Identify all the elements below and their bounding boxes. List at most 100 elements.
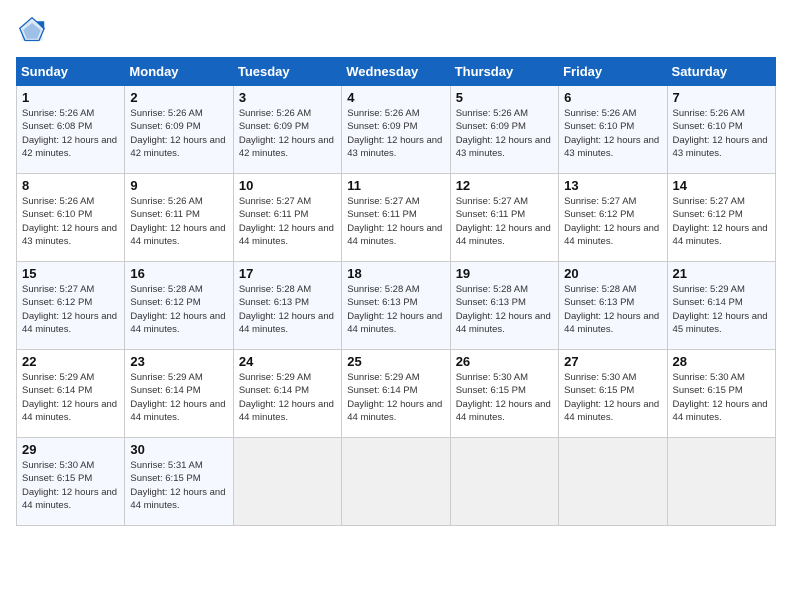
day-cell: 1 Sunrise: 5:26 AM Sunset: 6:08 PM Dayli…: [17, 86, 125, 174]
day-info: Sunrise: 5:27 AM Sunset: 6:12 PM Dayligh…: [564, 195, 661, 248]
day-info: Sunrise: 5:30 AM Sunset: 6:15 PM Dayligh…: [456, 371, 553, 424]
day-info: Sunrise: 5:29 AM Sunset: 6:14 PM Dayligh…: [673, 283, 770, 336]
day-number: 12: [456, 178, 553, 193]
day-info: Sunrise: 5:29 AM Sunset: 6:14 PM Dayligh…: [347, 371, 444, 424]
day-number: 20: [564, 266, 661, 281]
header-cell-tuesday: Tuesday: [233, 58, 341, 86]
day-cell: 3 Sunrise: 5:26 AM Sunset: 6:09 PM Dayli…: [233, 86, 341, 174]
day-number: 10: [239, 178, 336, 193]
day-info: Sunrise: 5:27 AM Sunset: 6:11 PM Dayligh…: [456, 195, 553, 248]
day-number: 18: [347, 266, 444, 281]
day-info: Sunrise: 5:31 AM Sunset: 6:15 PM Dayligh…: [130, 459, 227, 512]
day-number: 6: [564, 90, 661, 105]
day-info: Sunrise: 5:27 AM Sunset: 6:12 PM Dayligh…: [22, 283, 119, 336]
day-number: 1: [22, 90, 119, 105]
day-number: 30: [130, 442, 227, 457]
header-cell-friday: Friday: [559, 58, 667, 86]
header-cell-monday: Monday: [125, 58, 233, 86]
day-info: Sunrise: 5:28 AM Sunset: 6:13 PM Dayligh…: [456, 283, 553, 336]
day-info: Sunrise: 5:26 AM Sunset: 6:10 PM Dayligh…: [22, 195, 119, 248]
day-cell: 12 Sunrise: 5:27 AM Sunset: 6:11 PM Dayl…: [450, 174, 558, 262]
day-number: 28: [673, 354, 770, 369]
day-info: Sunrise: 5:26 AM Sunset: 6:09 PM Dayligh…: [239, 107, 336, 160]
day-cell: 15 Sunrise: 5:27 AM Sunset: 6:12 PM Dayl…: [17, 262, 125, 350]
day-cell: 23 Sunrise: 5:29 AM Sunset: 6:14 PM Dayl…: [125, 350, 233, 438]
day-cell: [233, 438, 341, 526]
day-info: Sunrise: 5:30 AM Sunset: 6:15 PM Dayligh…: [564, 371, 661, 424]
day-number: 4: [347, 90, 444, 105]
day-number: 11: [347, 178, 444, 193]
day-info: Sunrise: 5:26 AM Sunset: 6:10 PM Dayligh…: [564, 107, 661, 160]
logo-icon: [18, 16, 46, 44]
day-cell: 17 Sunrise: 5:28 AM Sunset: 6:13 PM Dayl…: [233, 262, 341, 350]
day-cell: 19 Sunrise: 5:28 AM Sunset: 6:13 PM Dayl…: [450, 262, 558, 350]
day-number: 26: [456, 354, 553, 369]
day-number: 9: [130, 178, 227, 193]
day-cell: 10 Sunrise: 5:27 AM Sunset: 6:11 PM Dayl…: [233, 174, 341, 262]
day-info: Sunrise: 5:27 AM Sunset: 6:12 PM Dayligh…: [673, 195, 770, 248]
day-info: Sunrise: 5:26 AM Sunset: 6:09 PM Dayligh…: [456, 107, 553, 160]
day-cell: 21 Sunrise: 5:29 AM Sunset: 6:14 PM Dayl…: [667, 262, 775, 350]
day-info: Sunrise: 5:28 AM Sunset: 6:13 PM Dayligh…: [239, 283, 336, 336]
day-info: Sunrise: 5:26 AM Sunset: 6:09 PM Dayligh…: [130, 107, 227, 160]
day-info: Sunrise: 5:27 AM Sunset: 6:11 PM Dayligh…: [347, 195, 444, 248]
day-cell: 4 Sunrise: 5:26 AM Sunset: 6:09 PM Dayli…: [342, 86, 450, 174]
day-info: Sunrise: 5:27 AM Sunset: 6:11 PM Dayligh…: [239, 195, 336, 248]
day-cell: [450, 438, 558, 526]
day-cell: 26 Sunrise: 5:30 AM Sunset: 6:15 PM Dayl…: [450, 350, 558, 438]
week-row-1: 1 Sunrise: 5:26 AM Sunset: 6:08 PM Dayli…: [17, 86, 776, 174]
day-info: Sunrise: 5:29 AM Sunset: 6:14 PM Dayligh…: [22, 371, 119, 424]
day-cell: [667, 438, 775, 526]
day-number: 7: [673, 90, 770, 105]
day-cell: 13 Sunrise: 5:27 AM Sunset: 6:12 PM Dayl…: [559, 174, 667, 262]
week-row-3: 15 Sunrise: 5:27 AM Sunset: 6:12 PM Dayl…: [17, 262, 776, 350]
day-info: Sunrise: 5:30 AM Sunset: 6:15 PM Dayligh…: [22, 459, 119, 512]
calendar-body: 1 Sunrise: 5:26 AM Sunset: 6:08 PM Dayli…: [17, 86, 776, 526]
day-number: 21: [673, 266, 770, 281]
day-cell: 28 Sunrise: 5:30 AM Sunset: 6:15 PM Dayl…: [667, 350, 775, 438]
day-cell: 9 Sunrise: 5:26 AM Sunset: 6:11 PM Dayli…: [125, 174, 233, 262]
day-number: 14: [673, 178, 770, 193]
logo: [16, 16, 46, 49]
day-number: 15: [22, 266, 119, 281]
day-cell: 2 Sunrise: 5:26 AM Sunset: 6:09 PM Dayli…: [125, 86, 233, 174]
day-cell: 25 Sunrise: 5:29 AM Sunset: 6:14 PM Dayl…: [342, 350, 450, 438]
day-info: Sunrise: 5:28 AM Sunset: 6:12 PM Dayligh…: [130, 283, 227, 336]
day-cell: [342, 438, 450, 526]
day-number: 22: [22, 354, 119, 369]
day-info: Sunrise: 5:26 AM Sunset: 6:11 PM Dayligh…: [130, 195, 227, 248]
day-cell: 16 Sunrise: 5:28 AM Sunset: 6:12 PM Dayl…: [125, 262, 233, 350]
header-cell-sunday: Sunday: [17, 58, 125, 86]
day-number: 25: [347, 354, 444, 369]
day-info: Sunrise: 5:26 AM Sunset: 6:08 PM Dayligh…: [22, 107, 119, 160]
week-row-5: 29 Sunrise: 5:30 AM Sunset: 6:15 PM Dayl…: [17, 438, 776, 526]
day-cell: 27 Sunrise: 5:30 AM Sunset: 6:15 PM Dayl…: [559, 350, 667, 438]
day-info: Sunrise: 5:28 AM Sunset: 6:13 PM Dayligh…: [347, 283, 444, 336]
day-number: 19: [456, 266, 553, 281]
day-cell: 30 Sunrise: 5:31 AM Sunset: 6:15 PM Dayl…: [125, 438, 233, 526]
calendar-table: SundayMondayTuesdayWednesdayThursdayFrid…: [16, 57, 776, 526]
header-row: SundayMondayTuesdayWednesdayThursdayFrid…: [17, 58, 776, 86]
header-cell-saturday: Saturday: [667, 58, 775, 86]
day-info: Sunrise: 5:29 AM Sunset: 6:14 PM Dayligh…: [130, 371, 227, 424]
header-cell-thursday: Thursday: [450, 58, 558, 86]
day-cell: 6 Sunrise: 5:26 AM Sunset: 6:10 PM Dayli…: [559, 86, 667, 174]
day-cell: 18 Sunrise: 5:28 AM Sunset: 6:13 PM Dayl…: [342, 262, 450, 350]
day-cell: 20 Sunrise: 5:28 AM Sunset: 6:13 PM Dayl…: [559, 262, 667, 350]
day-number: 29: [22, 442, 119, 457]
day-cell: 11 Sunrise: 5:27 AM Sunset: 6:11 PM Dayl…: [342, 174, 450, 262]
week-row-4: 22 Sunrise: 5:29 AM Sunset: 6:14 PM Dayl…: [17, 350, 776, 438]
day-number: 27: [564, 354, 661, 369]
day-cell: 14 Sunrise: 5:27 AM Sunset: 6:12 PM Dayl…: [667, 174, 775, 262]
day-number: 23: [130, 354, 227, 369]
day-cell: 22 Sunrise: 5:29 AM Sunset: 6:14 PM Dayl…: [17, 350, 125, 438]
day-info: Sunrise: 5:28 AM Sunset: 6:13 PM Dayligh…: [564, 283, 661, 336]
day-number: 16: [130, 266, 227, 281]
day-cell: 24 Sunrise: 5:29 AM Sunset: 6:14 PM Dayl…: [233, 350, 341, 438]
day-cell: 7 Sunrise: 5:26 AM Sunset: 6:10 PM Dayli…: [667, 86, 775, 174]
day-cell: 29 Sunrise: 5:30 AM Sunset: 6:15 PM Dayl…: [17, 438, 125, 526]
day-number: 13: [564, 178, 661, 193]
day-info: Sunrise: 5:26 AM Sunset: 6:10 PM Dayligh…: [673, 107, 770, 160]
day-cell: 5 Sunrise: 5:26 AM Sunset: 6:09 PM Dayli…: [450, 86, 558, 174]
day-info: Sunrise: 5:26 AM Sunset: 6:09 PM Dayligh…: [347, 107, 444, 160]
